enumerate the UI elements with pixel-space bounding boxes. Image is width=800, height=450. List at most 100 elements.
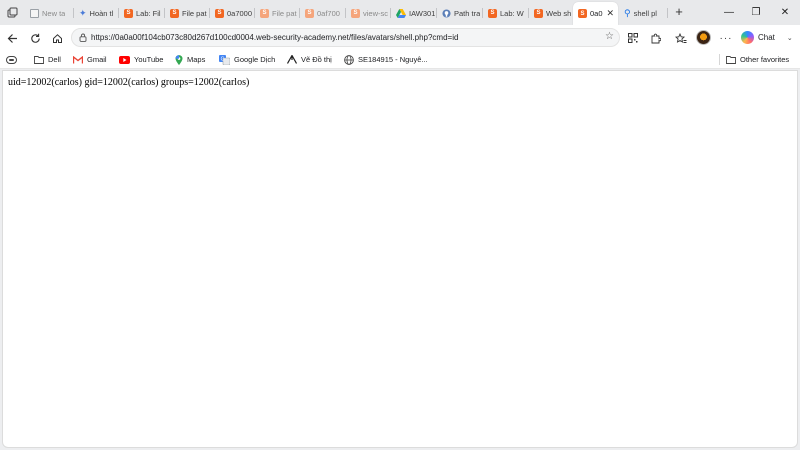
portswigger-icon: S — [260, 8, 269, 18]
tab-hoan-thanh[interactable]: ✦ Hoàn tl — [74, 3, 118, 23]
tab-strip: New ta ✦ Hoàn tl S Lab: Fil S File pat S… — [0, 0, 800, 25]
tab-path-traversal[interactable]: Path tra — [437, 3, 482, 23]
tab-active-shell[interactable]: S 0a0 ✕ — [573, 2, 618, 25]
copilot-chat-button[interactable]: Chat ⌄ — [741, 29, 793, 46]
portswigger-icon: S — [170, 8, 179, 18]
svg-text:G: G — [221, 56, 225, 62]
chevron-down-icon: ⌄ — [786, 34, 793, 42]
tab-label: Lab: W — [500, 8, 524, 18]
tab-label: New ta — [42, 8, 66, 18]
tab-label: view-sc — [363, 8, 389, 18]
minimize-button[interactable]: — — [719, 5, 739, 20]
tab-0a7000[interactable]: S 0a7000 — [210, 3, 254, 23]
tab-new-tab[interactable]: New ta — [25, 3, 73, 23]
bookmark-se184915[interactable]: SE184915 - Nguyê... — [344, 53, 428, 66]
tab-iaw301[interactable]: IAW301 — [391, 3, 436, 23]
portswigger-icon: S — [351, 8, 360, 18]
graph-icon — [287, 55, 297, 64]
reload-button[interactable] — [27, 30, 43, 46]
home-button[interactable] — [49, 30, 65, 46]
close-tab-icon[interactable]: ✕ — [606, 8, 618, 19]
portswigger-icon: S — [305, 8, 314, 18]
restore-button[interactable]: ❐ — [746, 5, 766, 20]
bookmark-maps[interactable]: Maps — [175, 53, 205, 66]
bookmark-dell[interactable]: Dell — [34, 53, 61, 66]
profile-avatar[interactable] — [696, 30, 711, 45]
tab-web-shell[interactable]: S Web sh — [529, 3, 573, 23]
portswigger-icon: S — [534, 8, 543, 18]
maps-icon — [175, 54, 183, 65]
tab-view-source[interactable]: S view-sc — [346, 3, 390, 23]
reading-list-icon — [6, 55, 17, 64]
bookmark-ve-do-thi[interactable]: Vẽ Đồ thị — [287, 53, 332, 66]
tab-actions-icon — [7, 7, 17, 18]
tab-file-path-2[interactable]: S File pat — [255, 3, 299, 23]
search-icon: ⚲ — [624, 7, 631, 18]
back-button[interactable] — [4, 30, 20, 46]
tab-label: shell pl — [633, 8, 657, 18]
tab-file-path[interactable]: S File pat — [165, 3, 209, 23]
tab-label: Hoàn tl — [89, 8, 114, 18]
page-icon — [30, 8, 39, 18]
home-icon — [52, 33, 62, 43]
puzzle-icon — [651, 33, 661, 43]
bookmark-label: Gmail — [87, 55, 107, 64]
bookmarks-bar: Dell Gmail YouTube Maps G Google Dịch Vẽ… — [0, 50, 800, 69]
more-menu-button[interactable]: ··· — [718, 30, 734, 46]
close-icon: ✕ — [780, 7, 790, 18]
globe-icon — [344, 54, 354, 65]
tab-label: File pat — [182, 8, 207, 18]
bookmark-google-dich[interactable]: G Google Dịch — [219, 53, 275, 66]
youtube-icon — [119, 55, 130, 64]
tab-lab-file[interactable]: S Lab: Fil — [119, 3, 164, 23]
bookmark-label: SE184915 - Nguyê... — [358, 55, 428, 64]
bookmark-reading-list[interactable] — [6, 53, 17, 66]
bookmark-label: Dell — [48, 55, 61, 64]
url-text: https://0a0a00f104cb073c80d267d100cd0004… — [91, 33, 459, 42]
site-info-icon[interactable] — [78, 33, 88, 42]
address-bar[interactable]: https://0a0a00f104cb073c80d267d100cd0004… — [71, 28, 620, 47]
tab-lab-web[interactable]: S Lab: W — [483, 3, 528, 23]
copilot-icon — [741, 31, 754, 44]
portswigger-icon: S — [215, 8, 224, 18]
tab-0af700[interactable]: S 0af700 — [300, 3, 345, 23]
close-window-button[interactable]: ✕ — [775, 5, 795, 20]
gmail-icon — [73, 55, 83, 63]
favorites-button[interactable] — [673, 30, 689, 46]
more-icon: ··· — [719, 32, 733, 44]
new-tab-button[interactable]: + — [671, 5, 687, 20]
bookmark-label: Maps — [187, 55, 206, 64]
reload-icon — [30, 33, 40, 43]
plus-icon: + — [675, 4, 683, 19]
tab-label: 0af700 — [317, 8, 340, 18]
browser-toolbar: https://0a0a00f104cb073c80d267d100cd0004… — [0, 25, 800, 50]
bookmark-label: YouTube — [134, 55, 164, 64]
drive-icon — [396, 8, 406, 18]
translate-icon: G — [219, 54, 230, 65]
minimize-icon: — — [724, 7, 734, 18]
favorites-icon — [675, 32, 687, 43]
tab-label: 0a7000 — [227, 8, 253, 18]
sparkle-icon: ✦ — [79, 7, 87, 18]
tab-label: Web sh — [546, 8, 572, 18]
tab-actions-button[interactable] — [4, 5, 20, 20]
github-icon — [442, 8, 451, 18]
portswigger-icon: S — [578, 9, 587, 18]
tab-label: 0a0 — [590, 9, 603, 18]
restore-icon: ❐ — [751, 7, 761, 18]
bookmark-gmail[interactable]: Gmail — [73, 53, 107, 66]
tab-shell-search[interactable]: ⚲ shell pl — [619, 3, 667, 23]
other-favorites-label: Other favorites — [740, 55, 790, 64]
portswigger-icon: S — [488, 8, 497, 18]
favorite-star-icon[interactable]: ☆ — [605, 31, 614, 42]
tab-label: File pat — [272, 8, 297, 18]
other-favorites-folder[interactable]: Other favorites — [726, 53, 789, 66]
folder-icon — [726, 56, 736, 64]
extensions-button[interactable] — [647, 30, 663, 46]
tab-label: IAW301 — [409, 8, 436, 18]
command-output-text: uid=12002(carlos) gid=12002(carlos) grou… — [8, 77, 250, 88]
bookmark-youtube[interactable]: YouTube — [119, 53, 163, 66]
bookmark-label: Vẽ Đồ thị — [301, 55, 332, 64]
qr-code-button[interactable] — [625, 30, 641, 46]
bookmark-label: Google Dịch — [234, 55, 276, 64]
